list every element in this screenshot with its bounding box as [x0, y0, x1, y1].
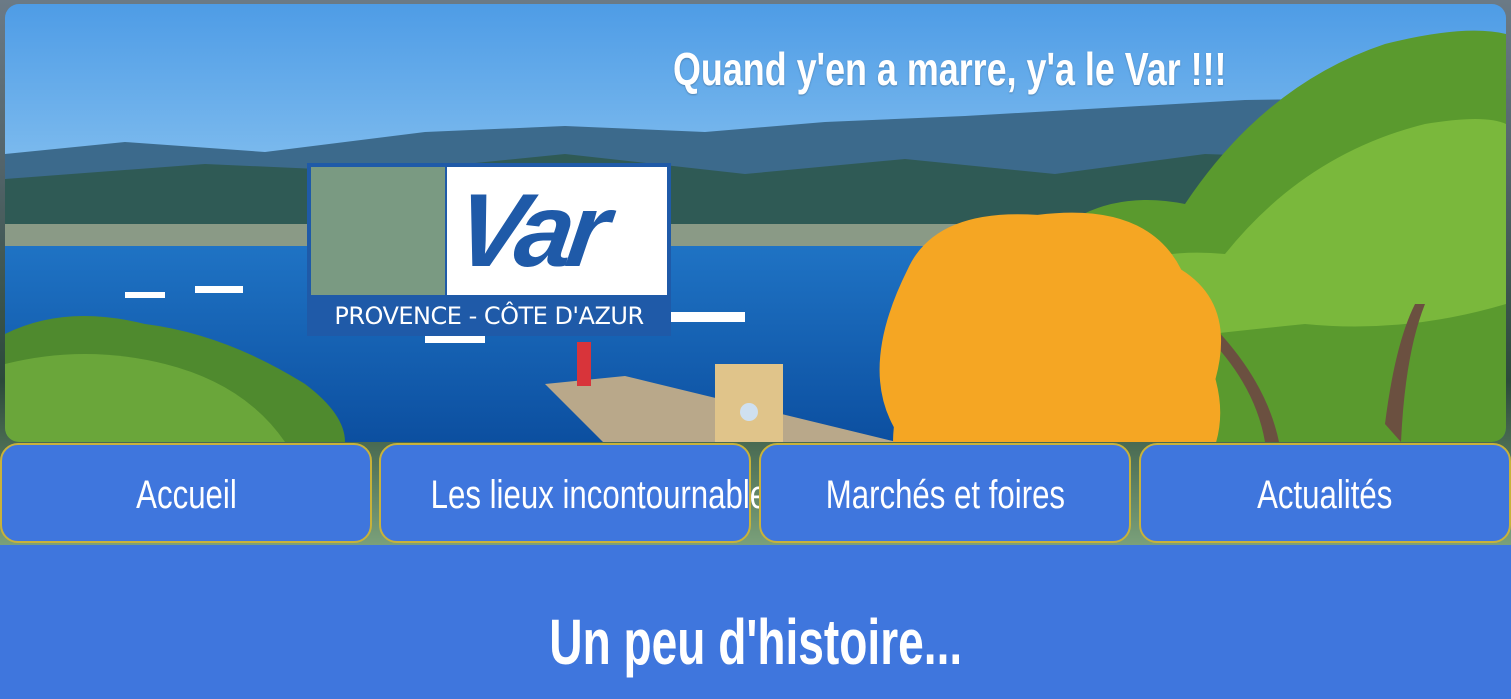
var-logo: Var PROVENCE - CÔTE D'AZUR	[307, 163, 1222, 442]
logo-map-panel	[311, 167, 1222, 442]
logo-var-wordmark: Var	[448, 173, 611, 289]
nav-item-marches-foires[interactable]: Marchés et foires	[759, 443, 1131, 543]
nav-item-lieux-incontournables[interactable]: Les lieux incontournables	[379, 443, 783, 543]
section-heading[interactable]: Un peu d'histoire...	[0, 605, 1511, 679]
nav-item-accueil[interactable]: Accueil	[0, 443, 372, 543]
nav-item-label: Actualités	[1257, 473, 1393, 517]
nav-item-actualites[interactable]: Actualités	[1139, 443, 1511, 543]
nav-item-label: Accueil	[135, 473, 237, 517]
logo-subtitle: PROVENCE - CÔTE D'AZUR	[334, 302, 644, 330]
nav-item-label: Les lieux incontournables	[430, 473, 783, 517]
section-heading-text: Un peu d'histoire...	[549, 606, 962, 678]
nav-item-label: Marchés et foires	[825, 473, 1065, 517]
hero-tagline: Quand y'en a marre, y'a le Var !!!	[673, 43, 1227, 95]
hero-banner: Quand y'en a marre, y'a le Var !!! Var P…	[5, 4, 1506, 442]
main-navigation: Accueil Les lieux incontournables Marché…	[0, 443, 1511, 545]
